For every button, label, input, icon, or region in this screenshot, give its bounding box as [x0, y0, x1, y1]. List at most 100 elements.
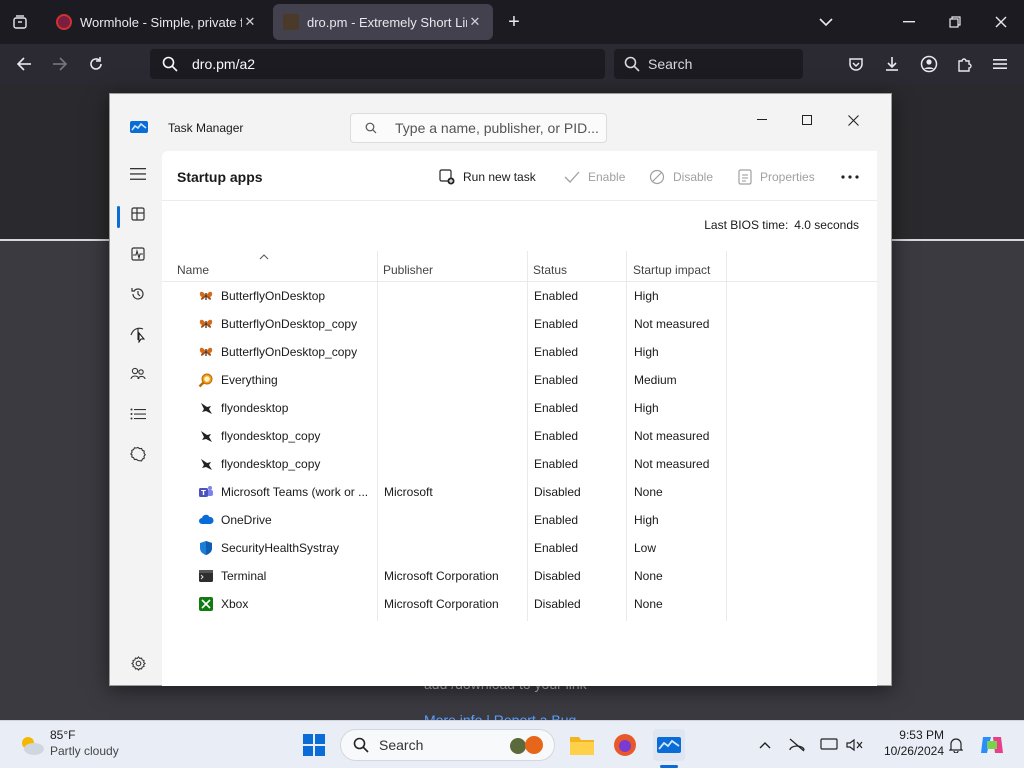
back-arrow-icon[interactable]: [8, 48, 40, 80]
column-header-publisher[interactable]: Publisher: [383, 251, 523, 281]
bird-icon: [198, 400, 214, 416]
reload-icon[interactable]: [80, 48, 112, 80]
bios-time: Last BIOS time: 4.0 seconds: [704, 218, 859, 232]
run-new-task-button[interactable]: Run new task: [439, 165, 536, 189]
table-row[interactable]: Everything Enabled Medium: [162, 366, 877, 394]
restore-window-icon[interactable]: [939, 6, 971, 38]
tab-title: dro.pm - Extremely Short Links: [307, 14, 467, 30]
table-row[interactable]: flyondesktop_copy Enabled Not measured: [162, 422, 877, 450]
status-cell: Enabled: [534, 289, 579, 303]
close-tab-icon[interactable]: ✕: [242, 14, 258, 30]
table-row[interactable]: SecurityHealthSystray Enabled Low: [162, 534, 877, 562]
weather-description: Partly cloudy: [50, 744, 119, 758]
disable-button[interactable]: Disable: [649, 165, 713, 189]
status-cell: Enabled: [534, 429, 579, 443]
settings-gear-icon[interactable]: [124, 649, 152, 677]
block-icon: [649, 169, 665, 185]
checkmark-icon: [564, 171, 580, 183]
column-label: Publisher: [383, 263, 434, 277]
table-row[interactable]: T Microsoft Teams (work or ... Microsoft Di…: [162, 478, 877, 506]
weather-widget[interactable]: 85°F Partly cloudy: [16, 728, 136, 763]
account-icon[interactable]: [913, 48, 945, 80]
properties-button[interactable]: Properties: [738, 165, 815, 189]
startup-impact-cell: None: [634, 597, 663, 611]
process-search-input[interactable]: Type a name, publisher, or PID...: [350, 113, 607, 143]
browser-search-field[interactable]: Search: [614, 49, 803, 79]
button-label: Properties: [760, 170, 815, 184]
table-row[interactable]: ButterflyOnDesktop_copy Enabled Not measur…: [162, 310, 877, 338]
app-name-cell: ButterflyOnDesktop_copy: [221, 345, 358, 359]
close-window-icon[interactable]: [985, 6, 1017, 38]
downloads-icon[interactable]: [876, 48, 908, 80]
more-options-icon[interactable]: [841, 165, 867, 189]
chevron-up-icon[interactable]: [750, 729, 780, 761]
button-label: Disable: [673, 170, 714, 184]
publisher-cell: [384, 534, 522, 562]
taskbar-search-box[interactable]: Search: [340, 729, 555, 761]
performance-icon[interactable]: [124, 240, 152, 268]
app-name-cell: Microsoft Teams (work or ...: [221, 485, 369, 499]
new-tab-icon[interactable]: +: [498, 6, 530, 38]
table-row[interactable]: Xbox Microsoft Corporation Disabled None: [162, 590, 877, 618]
table-row[interactable]: Terminal Microsoft Corporation Disabled Non…: [162, 562, 877, 590]
column-header-status[interactable]: Status: [533, 251, 623, 281]
list-all-tabs-icon[interactable]: [810, 6, 842, 38]
copilot-icon[interactable]: [976, 729, 1008, 761]
task-manager-taskbar-icon[interactable]: [653, 729, 685, 761]
enable-button[interactable]: Enable: [564, 165, 625, 189]
browser-tab-wormhole[interactable]: Wormhole - Simple, private file ✕: [46, 4, 268, 40]
minimize-window-icon[interactable]: [893, 6, 925, 38]
table-row[interactable]: flyondesktop_copy Enabled Not measured: [162, 450, 877, 478]
toolbar-divider: [162, 200, 877, 201]
publisher-cell: [384, 282, 522, 310]
tab-list-icon[interactable]: [4, 6, 36, 38]
status-cell: Disabled: [534, 569, 581, 583]
extensions-icon[interactable]: [948, 48, 980, 80]
url-text: dro.pm/a2: [192, 56, 256, 72]
hamburger-menu-icon[interactable]: [984, 48, 1016, 80]
processes-icon[interactable]: [124, 200, 152, 228]
forward-arrow-icon[interactable]: [44, 48, 76, 80]
pocket-icon[interactable]: [840, 48, 872, 80]
table-row[interactable]: OneDrive Enabled High: [162, 506, 877, 534]
table-row[interactable]: ButterflyOnDesktop_copy Enabled High: [162, 338, 877, 366]
status-cell: Enabled: [534, 345, 579, 359]
app-name-cell: Everything: [221, 373, 278, 387]
clock[interactable]: 9:53 PM 10/26/2024: [880, 728, 944, 758]
startup-apps-icon[interactable]: [124, 320, 152, 348]
services-icon[interactable]: [124, 440, 152, 468]
column-header-startup-impact[interactable]: Startup impact: [633, 251, 733, 281]
button-label: Run new task: [463, 170, 536, 184]
selected-nav-indicator: [117, 206, 120, 228]
shield-icon: [198, 540, 214, 556]
search-icon: [624, 56, 640, 72]
status-cell: Enabled: [534, 541, 579, 555]
users-icon[interactable]: [124, 360, 152, 388]
maximize-button[interactable]: [785, 106, 829, 134]
table-row[interactable]: ButterflyOnDesktop Enabled High: [162, 282, 877, 310]
butterfly-icon: [198, 316, 214, 332]
close-button[interactable]: [831, 106, 875, 134]
status-cell: Disabled: [534, 597, 581, 611]
sort-ascending-icon: [259, 254, 269, 260]
notification-bell-icon[interactable]: [942, 729, 970, 761]
column-header-name[interactable]: Name: [177, 251, 377, 281]
app-name-cell: ButterflyOnDesktop_copy: [221, 317, 358, 331]
network-status-icon[interactable]: [782, 729, 812, 761]
firefox-icon[interactable]: [609, 729, 641, 761]
wormhole-favicon-icon: [56, 14, 72, 30]
app-history-icon[interactable]: [124, 280, 152, 308]
close-tab-icon[interactable]: ✕: [467, 14, 483, 30]
app-name-cell: flyondesktop_copy: [221, 457, 321, 471]
browser-tab-dropm[interactable]: dro.pm - Extremely Short Links ✕: [273, 4, 493, 40]
url-bar[interactable]: dro.pm/a2: [150, 49, 605, 79]
minimize-button[interactable]: [740, 106, 784, 134]
start-button[interactable]: [298, 729, 330, 761]
status-cell: Disabled: [534, 485, 581, 499]
publisher-cell: [384, 394, 522, 422]
hamburger-menu-icon[interactable]: [124, 160, 152, 188]
file-explorer-icon[interactable]: [566, 729, 598, 761]
volume-muted-icon[interactable]: [840, 729, 870, 761]
table-row[interactable]: flyondesktop Enabled High: [162, 394, 877, 422]
details-icon[interactable]: [124, 400, 152, 428]
